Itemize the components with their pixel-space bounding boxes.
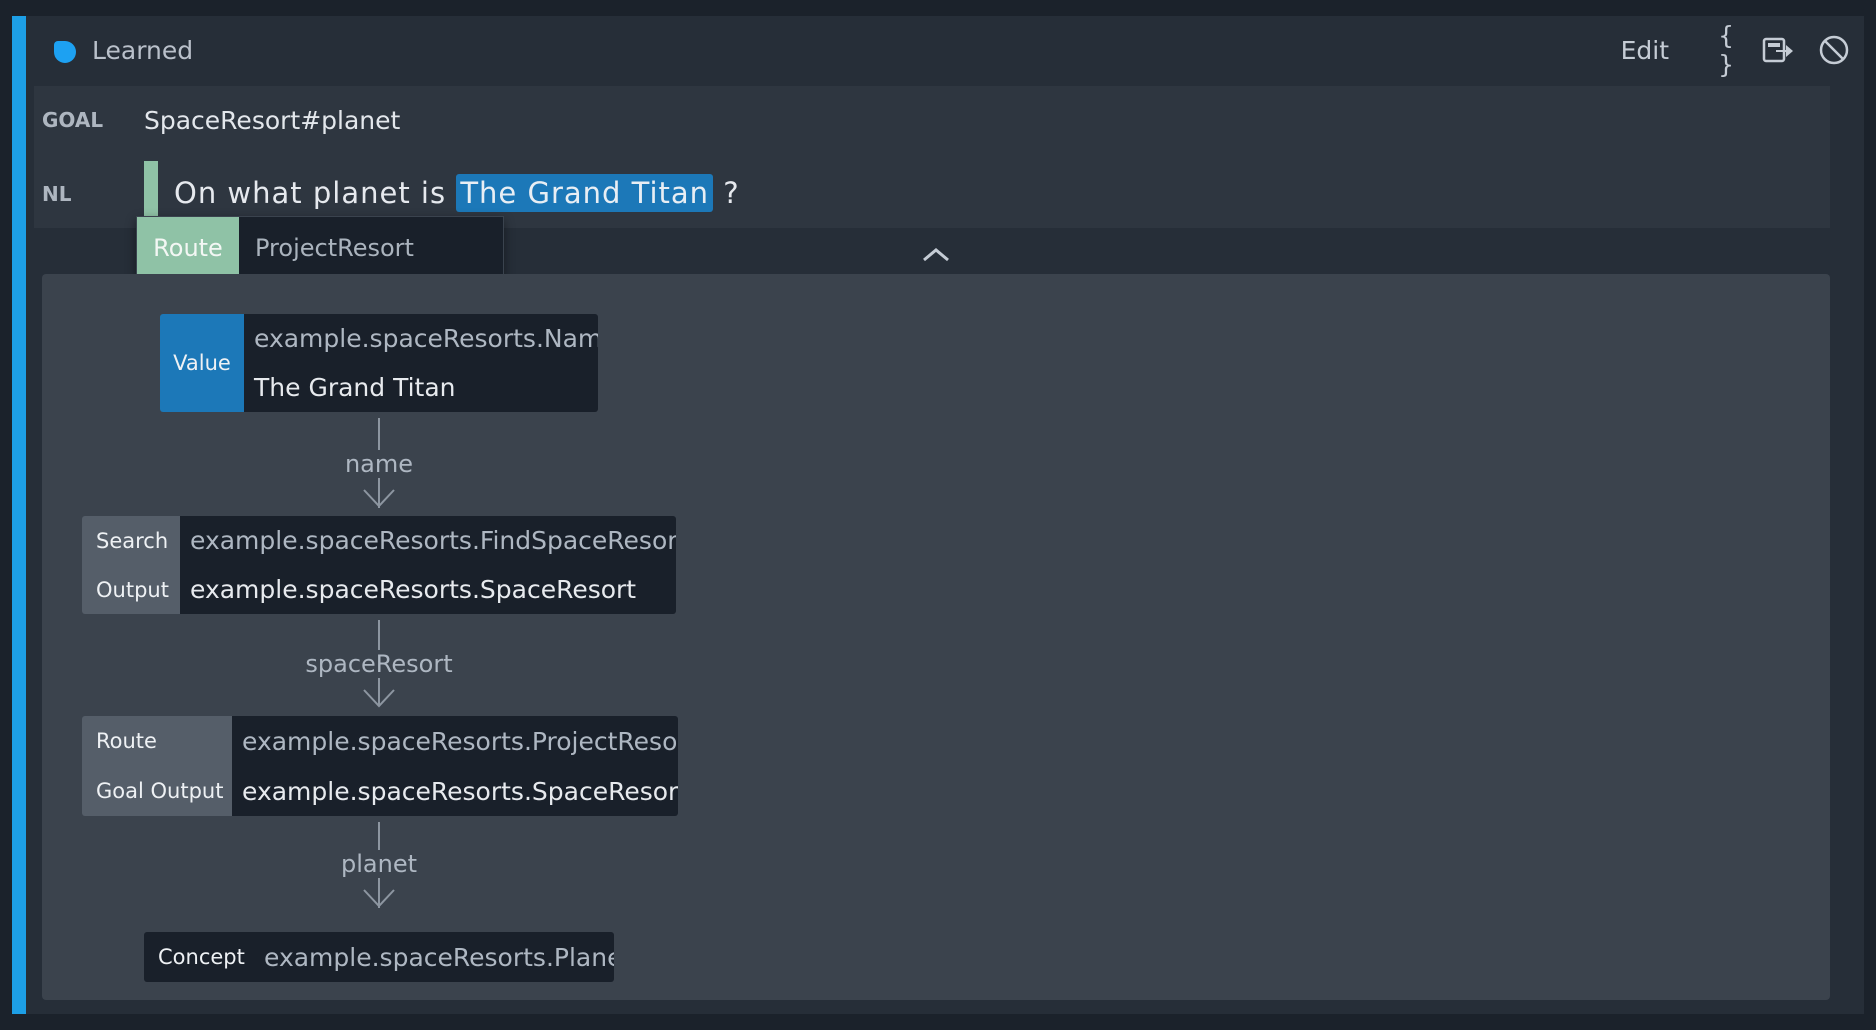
nl-utterance[interactable]: On what planet is The Grand Titan ? (174, 174, 740, 212)
route-node-type: example.spaceResorts.ProjectResort (242, 726, 678, 756)
card-header: Learned Edit { } (26, 16, 1864, 86)
nl-text-before: On what planet is (174, 176, 447, 210)
route-node[interactable]: Route Goal Output example.spaceResorts.P… (82, 716, 678, 816)
search-node-output: example.spaceResorts.SpaceResort (190, 575, 637, 604)
learned-card: Learned Edit { } GOAL SpaceResort#planet… (12, 16, 1864, 1014)
concept-node-type: example.spaceResorts.Planet (264, 942, 614, 972)
edit-button[interactable]: Edit (1621, 30, 1669, 70)
concept-node-body: example.spaceResorts.Planet (254, 932, 614, 982)
route-node-tag: Route Goal Output (82, 716, 232, 816)
edge-label-text: planet (339, 850, 419, 878)
value-node-body: example.spaceResorts.Name The Grand Tita… (244, 314, 598, 412)
search-node-type: example.spaceResorts.FindSpaceResorts (190, 526, 676, 555)
value-node[interactable]: Value example.spaceResorts.Name The Gran… (160, 314, 598, 412)
search-node-body: example.spaceResorts.FindSpaceResorts ex… (180, 516, 676, 614)
arrow-down-icon (363, 889, 395, 908)
concept-node[interactable]: Concept example.spaceResorts.Planet (144, 932, 614, 982)
route-node-output: example.spaceResorts.SpaceResort (242, 776, 678, 806)
route-popup-tag: Route (137, 217, 239, 279)
edge-label: name (42, 450, 716, 478)
nl-value-highlight[interactable]: The Grand Titan (456, 174, 714, 212)
goal-nl-panel: GOAL SpaceResort#planet NL On what plane… (34, 86, 1830, 229)
search-node-tag: Search Output (82, 516, 180, 614)
value-node-type: example.spaceResorts.Name (254, 324, 598, 353)
edge-label: spaceResort (42, 650, 716, 678)
edge-spaceresort: spaceResort (42, 620, 682, 720)
route-popup-value: ProjectResort (239, 217, 503, 279)
arrow-down-icon (363, 689, 395, 708)
edge-name: name (42, 418, 682, 518)
plan-graph: Value example.spaceResorts.Name The Gran… (42, 274, 1830, 1000)
value-node-tag: Value (160, 314, 244, 412)
search-node[interactable]: Search Output example.spaceResorts.FindS… (82, 516, 676, 614)
route-node-tag-route: Route (96, 729, 157, 753)
edge-label-text: spaceResort (303, 650, 455, 678)
route-node-body: example.spaceResorts.ProjectResort examp… (232, 716, 678, 816)
card-accent-bar (12, 16, 26, 1014)
disable-icon[interactable] (1816, 30, 1852, 70)
search-node-tag-output: Output (96, 577, 169, 602)
goal-label: GOAL (42, 108, 104, 132)
nl-text-after: ? (723, 176, 740, 210)
nl-label: NL (42, 182, 72, 206)
route-popup[interactable]: Route ProjectResort (136, 216, 504, 280)
concept-node-tag: Concept (144, 932, 254, 982)
value-node-value: The Grand Titan (254, 373, 456, 402)
goal-value: SpaceResort#planet (144, 106, 401, 135)
edge-label: planet (42, 850, 716, 878)
edge-label-text: name (342, 450, 416, 478)
collapse-chevron-icon[interactable] (918, 240, 954, 270)
edge-planet: planet (42, 822, 682, 922)
export-icon[interactable] (1760, 30, 1796, 70)
status-label: Learned (92, 36, 194, 65)
status-icon (54, 41, 76, 63)
route-node-tag-goal-output: Goal Output (96, 779, 224, 803)
search-node-tag-search: Search (96, 528, 169, 553)
arrow-down-icon (363, 489, 395, 508)
json-button[interactable]: { } (1718, 21, 1738, 79)
